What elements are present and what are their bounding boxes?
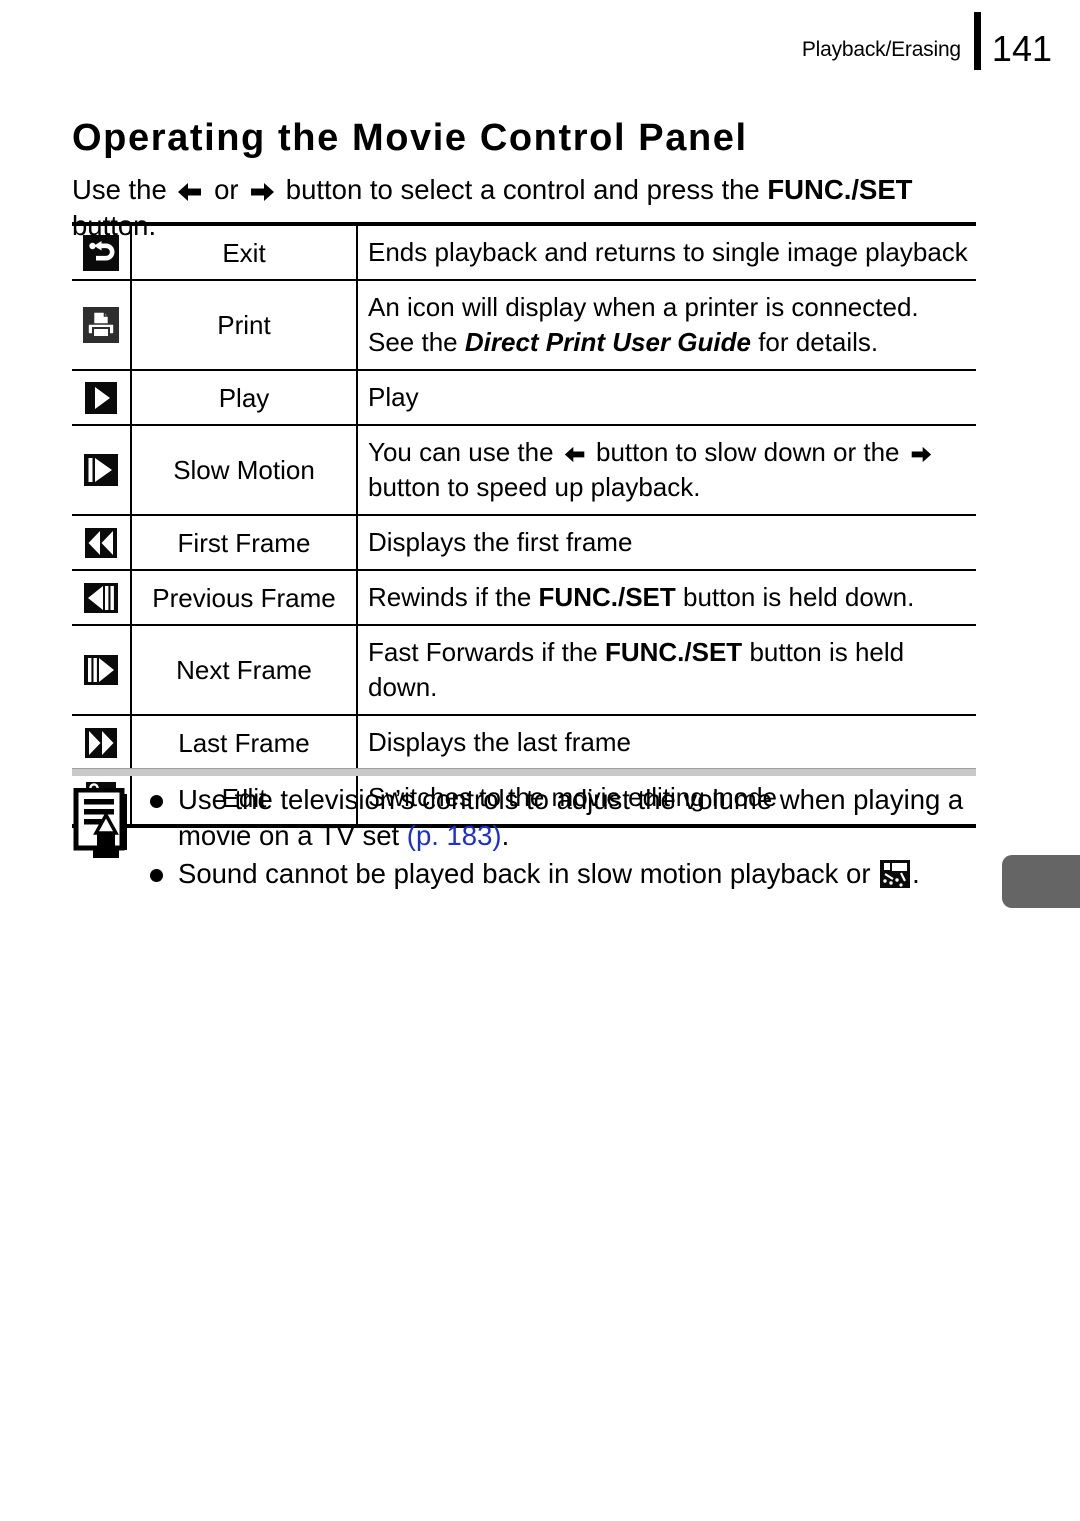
table-row: Play Play [72, 370, 976, 426]
control-description: Displays the last frame [357, 715, 976, 771]
control-description: Ends playback and returns to single imag… [357, 224, 976, 281]
row-icon-cell [72, 515, 132, 571]
page-title: Operating the Movie Control Panel [72, 117, 748, 160]
row-icon-cell [72, 425, 132, 516]
table-row: Previous Frame Rewinds if the FUNC./SET … [72, 570, 976, 626]
control-name: Print [131, 280, 358, 371]
table-row: First Frame Displays the first frame [72, 515, 976, 571]
control-description: Rewinds if the FUNC./SET button is held … [357, 570, 976, 626]
previous-frame-icon[interactable] [81, 578, 121, 618]
header-divider-rule [973, 12, 981, 70]
left-arrow-icon [177, 175, 203, 201]
page-number: 141 [991, 28, 1052, 69]
func-set-term: FUNC./SET [604, 637, 743, 667]
note-separator [72, 768, 976, 776]
control-name: Last Frame [131, 715, 358, 771]
right-arrow-icon [249, 175, 275, 201]
row-icon-cell [72, 715, 132, 771]
print-desc-line2-before: See the [368, 327, 458, 357]
row-icon-cell [72, 625, 132, 716]
control-description: Play [357, 370, 976, 426]
printer-icon[interactable] [81, 305, 121, 345]
next-frame-icon[interactable] [81, 650, 121, 690]
control-description: You can use the button to slow down or t… [357, 425, 976, 516]
chapter-edge-tab [1002, 855, 1080, 908]
slow-desc-middle: button to slow down or the [596, 437, 900, 467]
row-icon-cell [72, 280, 132, 371]
page-header: Playback/Erasing 141 [801, 12, 1052, 70]
control-name: Play [131, 370, 358, 426]
print-desc-line1: An icon will display when a printer is c… [368, 292, 919, 322]
note-bullet1-text: Use the television’s controls to adjust … [178, 784, 964, 851]
bullet-icon [150, 795, 163, 808]
slow-motion-playback-icon [879, 859, 911, 889]
table-row: Print An icon will display when a printe… [72, 280, 976, 371]
slow-desc-before: You can use the [368, 437, 554, 467]
right-arrow-icon [910, 437, 932, 463]
note-bullet1-period: . [501, 820, 510, 851]
intro-text-before: Use the [72, 173, 167, 205]
row-icon-cell [72, 224, 132, 281]
direct-print-guide-title: Direct Print User Guide [464, 327, 751, 357]
note-bullet-item: Sound cannot be played back in slow moti… [148, 856, 982, 892]
intro-text-middle: or [214, 173, 239, 205]
note-pencil-icon [72, 782, 144, 869]
control-description: An icon will display when a printer is c… [357, 280, 976, 371]
table-row: Exit Ends playback and returns to single… [72, 224, 976, 281]
note-bullet-item: Use the television’s controls to adjust … [148, 782, 982, 854]
prev-desc-before: Rewinds if the [368, 582, 532, 612]
slow-motion-icon[interactable] [81, 450, 121, 490]
next-desc-before: Fast Forwards if the [368, 637, 598, 667]
note-bullet2-text: Sound cannot be played back in slow moti… [178, 858, 871, 889]
slow-desc-after: button to speed up playback. [368, 472, 701, 502]
intro-text-after: button to select a control and press the [285, 173, 760, 205]
table-row: Last Frame Displays the last frame [72, 715, 976, 771]
first-frame-icon[interactable] [81, 523, 121, 563]
note-body: Use the television’s controls to adjust … [144, 782, 982, 894]
prev-desc-after: button is held down. [683, 582, 915, 612]
table-row: Next Frame Fast Forwards if the FUNC./SE… [72, 625, 976, 716]
func-set-term: FUNC./SET [538, 582, 676, 612]
row-icon-cell [72, 370, 132, 426]
control-name: Exit [131, 224, 358, 281]
header-chapter-label: Playback/Erasing [801, 37, 961, 61]
control-description: Displays the first frame [357, 515, 976, 571]
intro-func-set-term: FUNC./SET [767, 173, 913, 205]
control-description: Fast Forwards if the FUNC./SET button is… [357, 625, 976, 716]
row-icon-cell [72, 570, 132, 626]
play-icon[interactable] [81, 378, 121, 418]
movie-control-panel-table: Exit Ends playback and returns to single… [72, 222, 976, 828]
control-name: First Frame [131, 515, 358, 571]
last-frame-icon[interactable] [81, 723, 121, 763]
note-bullet2-period: . [912, 858, 920, 889]
page-reference-link[interactable]: (p. 183) [407, 820, 502, 851]
left-arrow-icon [564, 437, 586, 463]
control-name: Next Frame [131, 625, 358, 716]
note-block: Use the television’s controls to adjust … [72, 782, 982, 894]
control-name: Previous Frame [131, 570, 358, 626]
print-desc-line2-after: for details. [758, 327, 879, 357]
table-row: Slow Motion You can use the button to sl… [72, 425, 976, 516]
exit-return-icon[interactable] [81, 233, 121, 273]
bullet-icon [150, 869, 163, 882]
control-name: Slow Motion [131, 425, 358, 516]
